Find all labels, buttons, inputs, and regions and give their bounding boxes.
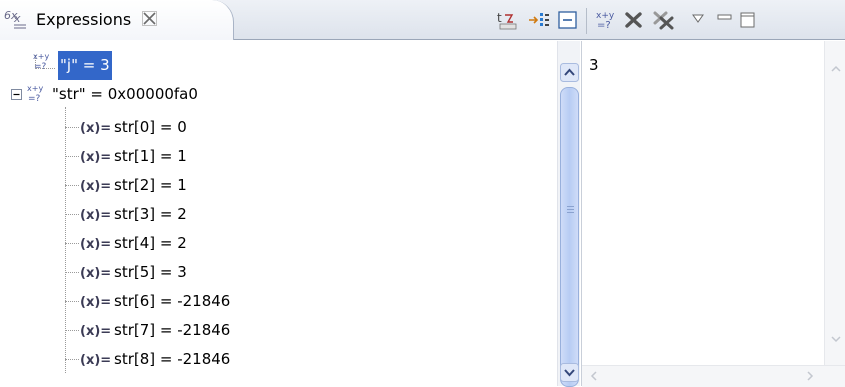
expressions-view-icon: 6x x: [4, 9, 26, 29]
svg-text:x+y: x+y: [33, 52, 49, 61]
tree-row-variable[interactable]: (x)= str[0] = 0: [80, 114, 187, 141]
tree-row-variable[interactable]: (x)= str[3] = 2: [80, 201, 187, 228]
scroll-up-icon[interactable]: [830, 63, 842, 75]
tree-guide: [65, 272, 79, 273]
detail-value: 3: [589, 56, 599, 74]
tree-guide: [65, 127, 79, 128]
variable-label: str[4] = 2: [114, 234, 187, 252]
svg-text:x: x: [13, 12, 21, 25]
collapse-all-icon[interactable]: [556, 9, 580, 31]
detail-vertical-scrollbar[interactable]: [824, 41, 845, 365]
variable-icon: (x)=: [80, 353, 112, 368]
tree-row-variable[interactable]: (x)= str[1] = 1: [80, 143, 187, 170]
variable-icon: (x)=: [80, 179, 112, 194]
collapse-toggle-icon[interactable]: [11, 89, 22, 100]
svg-text:t: t: [497, 11, 502, 25]
expression-tree: x+y =? "j" = 3 x+y =? "str" = 0x00000fa0…: [0, 41, 580, 386]
tree-row-variable[interactable]: (x)= str[8] = -21846: [80, 346, 230, 373]
remove-all-icon[interactable]: [652, 9, 676, 31]
variable-label: str[1] = 1: [114, 147, 187, 165]
close-tab-icon[interactable]: [141, 10, 158, 27]
logical-structure-icon[interactable]: [527, 9, 551, 31]
variable-icon: (x)=: [80, 266, 112, 281]
detail-horizontal-scrollbar[interactable]: [582, 365, 845, 387]
tree-guide: [65, 243, 79, 244]
tree-row-variable[interactable]: (x)= str[6] = -21846: [80, 288, 230, 315]
variable-label: str[3] = 2: [114, 205, 187, 223]
scroll-left-icon[interactable]: [588, 370, 600, 382]
variable-icon: (x)=: [80, 324, 112, 339]
scroll-thumb[interactable]: [560, 87, 579, 387]
tree-guide: [65, 156, 79, 157]
tree-row-variable[interactable]: (x)= str[5] = 3: [80, 259, 187, 286]
scroll-down-icon[interactable]: [560, 363, 579, 382]
variable-label: str[7] = -21846: [114, 321, 231, 339]
maximize-icon[interactable]: [735, 9, 759, 31]
expressions-tab[interactable]: 6x x Expressions: [0, 0, 234, 40]
expression-icon: x+y =?: [27, 84, 43, 104]
tree-guide: [65, 330, 79, 331]
remove-icon[interactable]: [622, 9, 646, 31]
type-names-icon[interactable]: t: [496, 9, 520, 31]
expression-label[interactable]: "str" = 0x00000fa0: [52, 81, 198, 108]
tree-guide: [65, 214, 79, 215]
variable-label: str[5] = 3: [114, 263, 187, 281]
scroll-up-icon[interactable]: [560, 63, 579, 82]
scroll-down-icon[interactable]: [830, 333, 842, 345]
svg-text:x+y: x+y: [27, 84, 43, 93]
expression-icon: x+y =?: [33, 52, 49, 72]
tree-row-variable[interactable]: (x)= str[2] = 1: [80, 172, 187, 199]
detail-pane[interactable]: 3: [581, 41, 845, 387]
variable-icon: (x)=: [80, 150, 112, 165]
tab-title: Expressions: [36, 10, 132, 29]
view-menu-icon[interactable]: [688, 9, 712, 31]
tree-vertical-scrollbar[interactable]: [557, 41, 580, 387]
tree-row-variable[interactable]: (x)= str[4] = 2: [80, 230, 187, 257]
expression-label[interactable]: "j" = 3: [58, 51, 112, 80]
variable-icon: (x)=: [80, 208, 112, 223]
variable-label: str[2] = 1: [114, 176, 187, 194]
minimize-icon[interactable]: [712, 9, 736, 31]
variable-icon: (x)=: [80, 121, 112, 136]
variable-icon: (x)=: [80, 237, 112, 252]
svg-text:=?: =?: [597, 20, 611, 31]
tree-row-variable[interactable]: (x)= str[7] = -21846: [80, 317, 230, 344]
add-expression-icon[interactable]: x+y =?: [594, 9, 618, 31]
scroll-right-icon[interactable]: [804, 370, 816, 382]
tree-guide: [65, 301, 79, 302]
tree-guide: [65, 185, 79, 186]
variable-label: str[8] = -21846: [114, 350, 231, 368]
view-tab-bar: 6x x Expressions t x+y =?: [0, 0, 845, 40]
variable-label: str[6] = -21846: [114, 292, 231, 310]
tree-guide: [65, 107, 66, 373]
variable-label: str[0] = 0: [114, 118, 187, 136]
expressions-view: 6x x Expressions t x+y =? x+y =? "j" = 3…: [0, 0, 845, 387]
tree-guide: [65, 359, 79, 360]
variable-icon: (x)=: [80, 295, 112, 310]
svg-text:=?: =?: [28, 94, 41, 104]
svg-text:=?: =?: [34, 62, 47, 72]
